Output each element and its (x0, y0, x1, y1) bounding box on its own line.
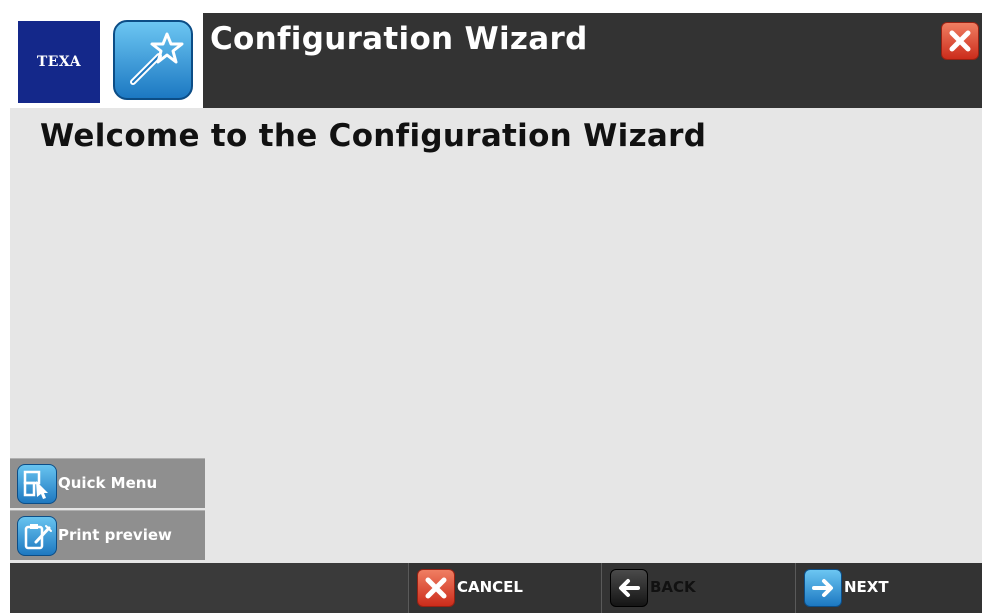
close-icon (949, 30, 971, 52)
quick-menu-icon (17, 464, 57, 504)
close-button[interactable] (941, 22, 979, 60)
quick-menu-button[interactable]: Quick Menu (10, 458, 205, 508)
arrow-right-icon (804, 569, 842, 607)
welcome-heading: Welcome to the Configuration Wizard (40, 118, 707, 154)
arrow-left-icon (610, 569, 648, 607)
app-window: TEXA Configuration Wizard Welcome to the… (10, 13, 982, 613)
texa-logo-text: TEXA (36, 54, 82, 70)
cancel-label: CANCEL (457, 578, 523, 596)
footer-bar: CANCEL BACK NEXT (10, 563, 982, 613)
print-preview-button[interactable]: Print preview (10, 510, 205, 560)
next-button[interactable]: NEXT (795, 563, 982, 613)
texa-logo: TEXA (18, 21, 100, 103)
print-preview-icon (17, 516, 57, 556)
print-preview-label: Print preview (58, 526, 172, 544)
next-label: NEXT (844, 578, 889, 596)
window-title: Configuration Wizard (210, 21, 588, 57)
logo-panel: TEXA (10, 13, 203, 108)
header-bar: TEXA Configuration Wizard (10, 13, 982, 108)
magic-wand-icon (113, 20, 193, 100)
back-label: BACK (650, 578, 696, 596)
quick-menu-label: Quick Menu (58, 474, 158, 492)
cancel-icon (417, 569, 455, 607)
cancel-button[interactable]: CANCEL (408, 563, 601, 613)
back-button[interactable]: BACK (601, 563, 795, 613)
